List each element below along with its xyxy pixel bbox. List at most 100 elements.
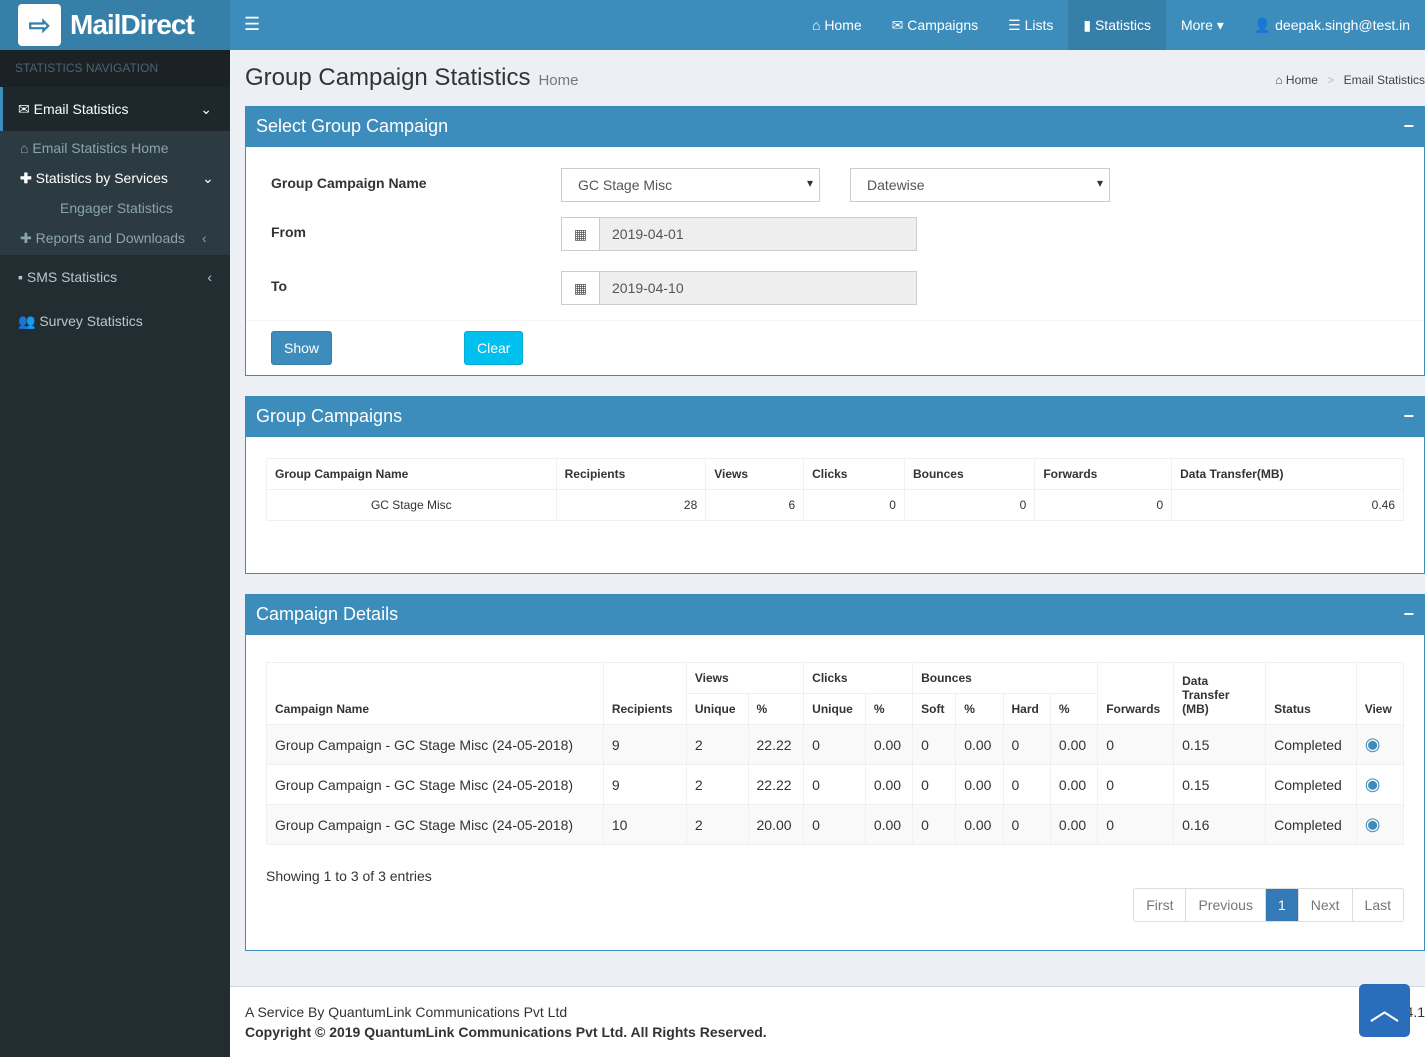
clear-button[interactable]: Clear bbox=[464, 331, 524, 365]
sidebar-item-reports[interactable]: ✚ Reports and Downloads ‹ bbox=[0, 223, 230, 253]
pagination: First Previous 1 Next Last bbox=[1133, 888, 1404, 922]
collapse-icon[interactable]: − bbox=[1403, 106, 1414, 147]
page-first[interactable]: First bbox=[1134, 889, 1185, 921]
table-cell: 9 bbox=[602, 724, 687, 765]
table-cell: 0 bbox=[1034, 489, 1173, 521]
sidebar-item-statistics-by-services[interactable]: ✚ Statistics by Services ⌄ bbox=[0, 163, 230, 193]
column-header: Views bbox=[705, 458, 805, 490]
sidebar-item-email-statistics-home[interactable]: ⌂ Email Statistics Home bbox=[0, 133, 230, 163]
view-button[interactable]: ◉ bbox=[1355, 724, 1405, 765]
campaign-select[interactable]: GC Stage Misc bbox=[561, 168, 820, 202]
table-cell: 0 bbox=[1097, 764, 1175, 805]
footer: A Service By QuantumLink Communications … bbox=[230, 986, 1425, 1057]
sidebar-item-email-statistics[interactable]: ✉ Email Statistics ⌄ bbox=[0, 87, 230, 131]
table-cell: 0 bbox=[1002, 724, 1051, 765]
bar-chart-icon: ▮ bbox=[1083, 17, 1095, 33]
table-cell: 6 bbox=[705, 489, 805, 521]
table-cell: Completed bbox=[1265, 764, 1357, 805]
column-header: Group Campaign Name bbox=[266, 458, 557, 490]
table-cell: 0 bbox=[1097, 804, 1175, 845]
nav-home[interactable]: ⌂ Home bbox=[797, 0, 877, 50]
table-cell: 0.46 bbox=[1171, 489, 1404, 521]
table-cell: 0.00 bbox=[955, 804, 1004, 845]
eye-icon: ◉ bbox=[1364, 774, 1381, 794]
eye-icon: ◉ bbox=[1364, 734, 1381, 754]
mode-select[interactable]: Datewise bbox=[850, 168, 1110, 202]
table-cell: 2 bbox=[685, 804, 749, 845]
table-cell: 2 bbox=[685, 764, 749, 805]
nav-statistics[interactable]: ▮ Statistics bbox=[1068, 0, 1166, 50]
table-cell: 0.15 bbox=[1173, 724, 1267, 765]
table-row: Group Campaign - GC Stage Misc (24-05-20… bbox=[266, 764, 1405, 805]
calendar-icon: ▦ bbox=[562, 218, 600, 250]
group-campaigns-box: Group Campaigns − Group Campaign Name Reci… bbox=[245, 396, 1425, 574]
menu-toggle-icon[interactable]: ☰ bbox=[244, 14, 260, 35]
view-button[interactable]: ◉ bbox=[1355, 804, 1405, 845]
nav-lists[interactable]: ☰ Lists bbox=[993, 0, 1068, 50]
eye-icon: ◉ bbox=[1364, 814, 1381, 834]
table-cell: 0.00 bbox=[864, 804, 914, 845]
table-cell: Group Campaign - GC Stage Misc (24-05-20… bbox=[266, 764, 604, 805]
plus-icon: ✚ bbox=[20, 170, 32, 186]
page-previous[interactable]: Previous bbox=[1185, 889, 1264, 921]
table-cell: Completed bbox=[1265, 724, 1357, 765]
table-cell: 0 bbox=[803, 724, 866, 765]
scroll-to-top-button[interactable]: ︿ bbox=[1359, 984, 1410, 1037]
table-cell: 0.00 bbox=[955, 764, 1004, 805]
table-cell: 0 bbox=[803, 764, 866, 805]
to-date-input[interactable]: ▦ 2019-04-10 bbox=[561, 271, 917, 305]
select-campaign-box: Select Group Campaign − Group Campaign Na… bbox=[245, 106, 1425, 376]
table-cell: 2 bbox=[685, 724, 749, 765]
user-icon: 👤 bbox=[1253, 17, 1276, 33]
campaign-details-box: Campaign Details − Campaign Name Recipient… bbox=[245, 594, 1425, 951]
sidebar-header: STATISTICS NAVIGATION bbox=[0, 50, 230, 87]
table-cell: 0 bbox=[803, 489, 905, 521]
table-cell: 0 bbox=[1097, 724, 1175, 765]
logo-icon: ⇨ bbox=[18, 4, 61, 46]
table-cell: Group Campaign - GC Stage Misc (24-05-20… bbox=[266, 804, 604, 845]
page-last[interactable]: Last bbox=[1351, 889, 1403, 921]
table-cell: 0 bbox=[912, 804, 957, 845]
calendar-icon: ▦ bbox=[562, 272, 600, 304]
table-cell: GC Stage Misc bbox=[266, 489, 557, 521]
top-navbar: ⇨ MailDirect ☰ ⌂ Home ✉ Campaigns ☰ Lists ▮ … bbox=[0, 0, 1425, 50]
page-next[interactable]: Next bbox=[1297, 889, 1352, 921]
table-cell: 0.16 bbox=[1173, 804, 1267, 845]
chevron-down-icon: ⌄ bbox=[200, 101, 212, 117]
collapse-icon[interactable]: − bbox=[1403, 594, 1414, 635]
nav-campaigns[interactable]: ✉ Campaigns bbox=[877, 0, 993, 50]
table-cell: 0.00 bbox=[864, 724, 914, 765]
table-row: GC Stage Misc 28 6 0 0 0 0.46 bbox=[266, 489, 1404, 521]
envelope-icon: ✉ bbox=[891, 17, 908, 33]
nav-more[interactable]: More ▾ bbox=[1166, 0, 1239, 50]
table-cell: 0 bbox=[1002, 764, 1051, 805]
users-icon: 👥 bbox=[18, 313, 36, 329]
page-1[interactable]: 1 bbox=[1264, 889, 1298, 921]
logo[interactable]: ⇨ MailDirect bbox=[0, 0, 230, 50]
sidebar-item-service[interactable]: Engager Statistics bbox=[20, 193, 230, 223]
table-cell: 0 bbox=[1002, 804, 1051, 845]
home-icon: ⌂ bbox=[1275, 73, 1283, 87]
column-header: Bounces bbox=[903, 458, 1036, 490]
table-row: Group Campaign - GC Stage Misc (24-05-20… bbox=[266, 724, 1405, 765]
collapse-icon[interactable]: − bbox=[1403, 396, 1414, 437]
table-cell: 20.00 bbox=[747, 804, 805, 845]
column-header: Data Transfer(MB) bbox=[1171, 458, 1404, 490]
page-title: Group Campaign Statistics Home bbox=[245, 64, 579, 91]
entries-info: Showing 1 to 3 of 3 entries bbox=[266, 868, 432, 884]
table-cell: 0 bbox=[903, 489, 1036, 521]
home-icon: ⌂ bbox=[811, 17, 825, 33]
table-cell: 0 bbox=[912, 764, 957, 805]
sidebar-item-survey-statistics[interactable]: 👥 Survey Statistics bbox=[0, 299, 230, 343]
table-cell: 0.00 bbox=[864, 764, 914, 805]
show-button[interactable]: Show bbox=[271, 331, 333, 365]
view-button[interactable]: ◉ bbox=[1355, 764, 1405, 805]
column-header: Forwards bbox=[1034, 458, 1173, 490]
sidebar-item-sms-statistics[interactable]: ▪ SMS Statistics ‹ bbox=[0, 255, 230, 299]
table-cell: Completed bbox=[1265, 804, 1357, 845]
from-date-input[interactable]: ▦ 2019-04-01 bbox=[561, 217, 917, 251]
column-header: Recipients bbox=[555, 458, 707, 490]
comment-icon: ▪ bbox=[18, 269, 23, 285]
table-cell: 22.22 bbox=[747, 764, 805, 805]
nav-deepaksinghtestin[interactable]: 👤 deepak.singh@test.in bbox=[1239, 0, 1425, 50]
